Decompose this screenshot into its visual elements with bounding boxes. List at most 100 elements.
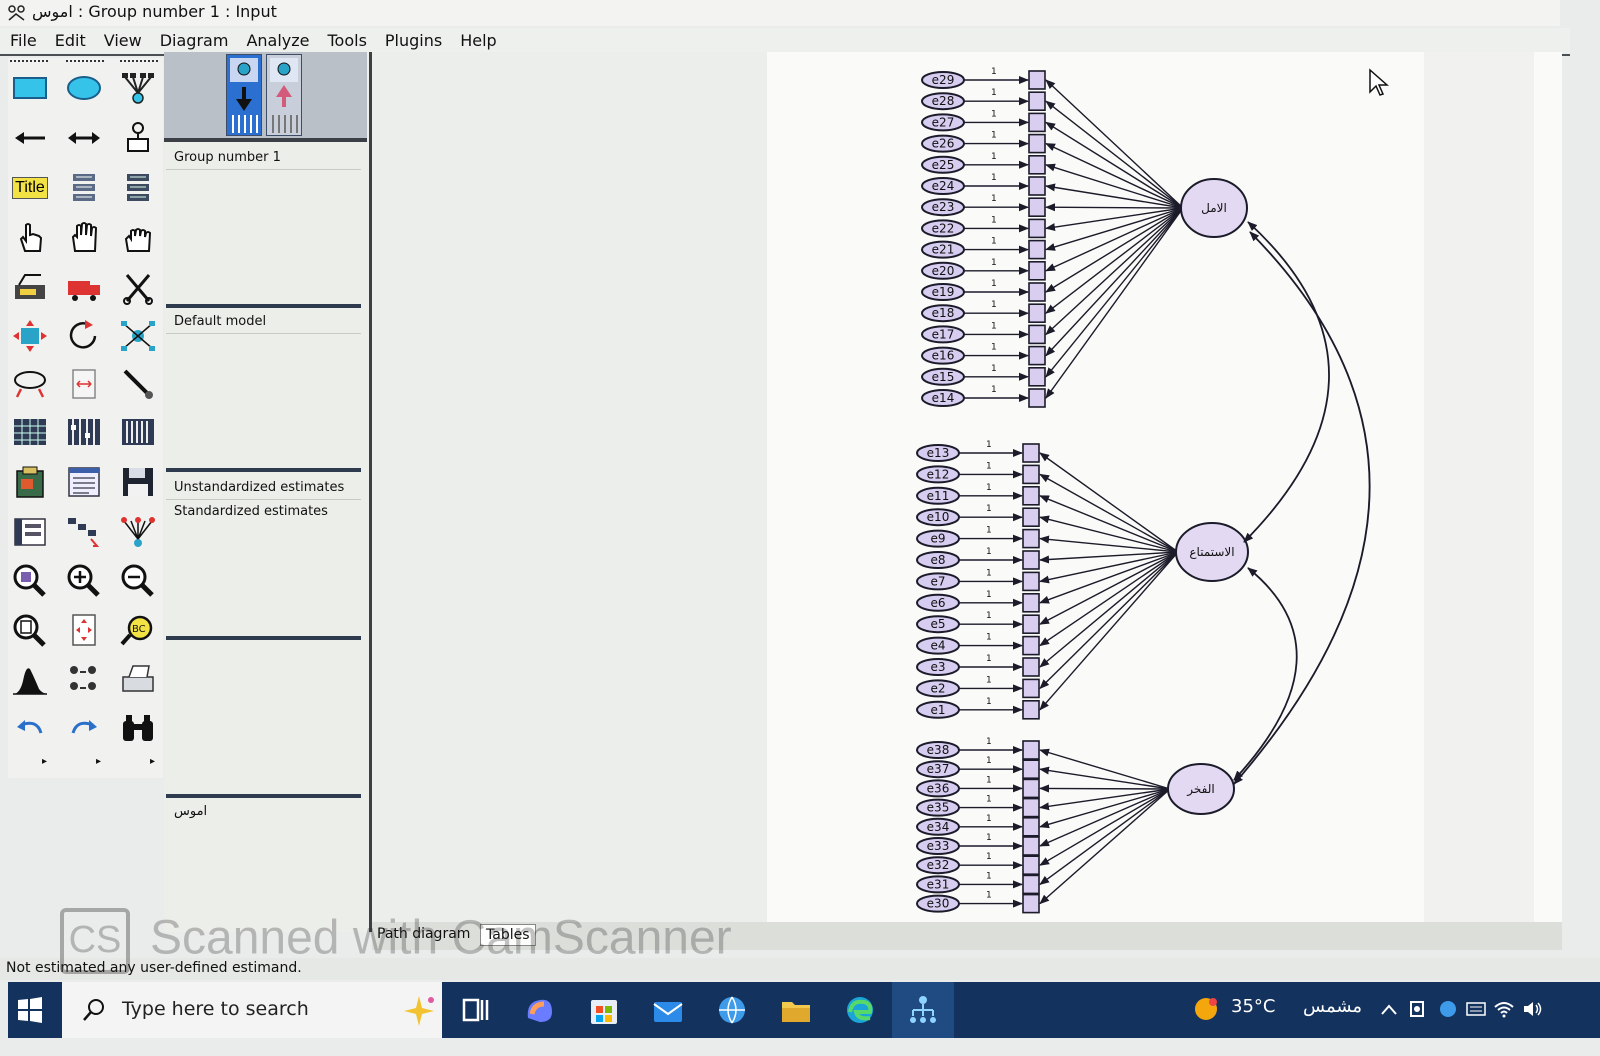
- observed-variable[interactable]: [1028, 70, 1046, 90]
- zoom-in-tool[interactable]: [62, 560, 106, 600]
- meet-icon[interactable]: [1407, 998, 1429, 1020]
- zoom-selected-area-tool[interactable]: [8, 560, 52, 600]
- view-input-button[interactable]: [226, 54, 262, 136]
- observed-variable[interactable]: [1022, 836, 1040, 856]
- touch-up-variable-tool[interactable]: [116, 364, 160, 404]
- observed-variable[interactable]: [1022, 816, 1040, 837]
- draw-latent-variable-tool[interactable]: [62, 68, 106, 108]
- task-view-icon[interactable]: [458, 992, 494, 1028]
- group-item[interactable]: Group number 1: [166, 146, 361, 170]
- save-diagram-tool[interactable]: [116, 462, 160, 502]
- draw-observed-variable-tool[interactable]: [8, 68, 52, 108]
- observed-variable[interactable]: [1022, 571, 1040, 592]
- observed-variable[interactable]: [1028, 91, 1046, 112]
- view-text-output-tool[interactable]: [62, 462, 106, 502]
- language-keyboard-icon[interactable]: [1465, 998, 1487, 1020]
- magnifier-tool[interactable]: BC: [116, 610, 160, 650]
- observed-variable[interactable]: [1022, 893, 1040, 914]
- observed-variable[interactable]: [1028, 239, 1046, 260]
- copilot-icon[interactable]: [522, 992, 558, 1028]
- microsoft-store-icon[interactable]: [586, 992, 622, 1028]
- draw-covariance-tool[interactable]: [62, 118, 106, 158]
- observed-variable[interactable]: [1022, 443, 1040, 463]
- observed-variable[interactable]: [1022, 855, 1040, 876]
- select-one-object-tool[interactable]: [8, 218, 52, 258]
- scroll-diagram-tool[interactable]: [62, 364, 106, 404]
- observed-variable[interactable]: [1022, 657, 1040, 677]
- move-objects-tool[interactable]: [62, 268, 106, 308]
- observed-variable[interactable]: [1028, 218, 1046, 239]
- file-name-item[interactable]: اموس: [166, 800, 361, 823]
- observed-variable[interactable]: [1028, 324, 1046, 345]
- figure-caption-tool[interactable]: Title: [8, 168, 52, 208]
- multiple-group-analysis-tool[interactable]: [62, 660, 106, 700]
- chevron-up-icon[interactable]: [1379, 1000, 1399, 1020]
- erase-objects-tool[interactable]: [116, 268, 160, 308]
- observed-variable[interactable]: [1022, 778, 1040, 799]
- copy-to-clipboard-tool[interactable]: [8, 462, 52, 502]
- observed-variable[interactable]: [1028, 388, 1046, 408]
- preserve-symmetries-tool[interactable]: [116, 512, 160, 552]
- reflect-indicators-tool[interactable]: [116, 316, 160, 356]
- file-explorer-icon[interactable]: [778, 992, 814, 1028]
- observed-variable[interactable]: [1022, 485, 1040, 506]
- onedrive-icon[interactable]: [1437, 998, 1459, 1020]
- bayesian-estimation-tool[interactable]: [8, 660, 52, 700]
- observed-variable[interactable]: [1028, 133, 1046, 154]
- observed-variable[interactable]: [1028, 282, 1046, 302]
- windows-start-icon[interactable]: [16, 996, 44, 1024]
- select-data-files-tool[interactable]: [8, 412, 52, 452]
- edge-icon[interactable]: [842, 992, 878, 1028]
- menu-file[interactable]: File: [0, 28, 46, 52]
- menu-analyze[interactable]: Analyze: [237, 28, 318, 52]
- resize-diagram-to-fit-tool[interactable]: [62, 610, 106, 650]
- standardized-estimates-item[interactable]: Standardized estimates: [166, 500, 361, 523]
- menu-view[interactable]: View: [95, 28, 151, 52]
- draw-path-tool[interactable]: [8, 118, 52, 158]
- observed-variable[interactable]: [1028, 303, 1046, 323]
- observed-variable[interactable]: [1028, 366, 1046, 387]
- redo-tool[interactable]: [62, 708, 106, 748]
- view-entire-page-tool[interactable]: [8, 610, 52, 650]
- observed-variable[interactable]: [1028, 112, 1046, 133]
- observed-variable[interactable]: [1022, 507, 1040, 528]
- select-all-objects-tool[interactable]: [62, 218, 106, 258]
- browser-globe-icon[interactable]: [714, 992, 750, 1028]
- mail-icon[interactable]: [650, 992, 686, 1028]
- unstandardized-estimates-item[interactable]: Unstandardized estimates: [166, 476, 361, 500]
- observed-variable[interactable]: [1022, 699, 1040, 720]
- observed-variable[interactable]: [1028, 345, 1046, 366]
- observed-variable[interactable]: [1028, 155, 1046, 175]
- observed-variable[interactable]: [1022, 550, 1040, 570]
- menu-diagram[interactable]: Diagram: [151, 28, 238, 52]
- rotate-indicators-tool[interactable]: [62, 316, 106, 356]
- taskbar-search-box[interactable]: Type here to search: [62, 982, 442, 1038]
- observed-variable[interactable]: [1022, 759, 1040, 780]
- view-output-button[interactable]: [266, 54, 302, 136]
- menu-help[interactable]: Help: [451, 28, 505, 52]
- change-shape-tool[interactable]: [8, 316, 52, 356]
- amos-taskbar-button[interactable]: [892, 982, 954, 1038]
- drag-properties-tool[interactable]: [62, 512, 106, 552]
- observed-variable[interactable]: [1022, 592, 1040, 613]
- observed-variable[interactable]: [1022, 740, 1040, 760]
- observed-variable[interactable]: [1022, 797, 1040, 818]
- menu-edit[interactable]: Edit: [46, 28, 95, 52]
- list-variables-in-model-tool[interactable]: [62, 168, 106, 208]
- analysis-properties-tool[interactable]: [62, 412, 106, 452]
- menu-tools[interactable]: Tools: [318, 28, 375, 52]
- observed-variable[interactable]: [1028, 261, 1046, 281]
- print-diagram-tool[interactable]: [116, 660, 160, 700]
- move-parameter-tool[interactable]: [8, 364, 52, 404]
- observed-variable[interactable]: [1022, 874, 1040, 895]
- sun-weather-icon[interactable]: [1193, 996, 1219, 1022]
- draw-indicator-tool[interactable]: [116, 68, 160, 108]
- object-properties-tool[interactable]: [8, 512, 52, 552]
- list-variables-in-dataset-tool[interactable]: [116, 168, 160, 208]
- deselect-all-objects-tool[interactable]: [116, 218, 160, 258]
- observed-variable[interactable]: [1022, 678, 1040, 699]
- model-item[interactable]: Default model: [166, 310, 361, 334]
- observed-variable[interactable]: [1028, 197, 1046, 217]
- path-diagram-canvas[interactable]: 1 e29 1 e28 1 e27 1 e26 1 e25 1 e24 1 e23 1 e22 1 e21 1 e20…: [372, 52, 1562, 922]
- specification-search-tool[interactable]: [116, 708, 160, 748]
